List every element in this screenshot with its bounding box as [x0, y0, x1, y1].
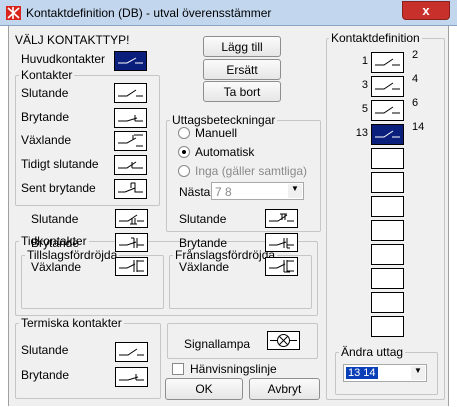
main-contact-symbol[interactable]	[114, 51, 147, 71]
ok-button[interactable]: OK	[165, 378, 243, 400]
change-terminal-value[interactable]: 13 14	[346, 367, 378, 379]
definition-slot[interactable]	[344, 316, 444, 337]
make-contact-symbol[interactable]	[114, 83, 147, 103]
app-icon	[6, 6, 21, 20]
remove-button[interactable]: Ta bort	[203, 81, 281, 102]
slot-left-terminal: 1	[361, 55, 368, 67]
contact-label-changeover: Växlande	[21, 133, 72, 147]
late-break-contact-symbol[interactable]	[114, 179, 147, 199]
radio-automatic-label: Automatisk	[195, 145, 255, 159]
definition-slot[interactable]: 34	[344, 73, 444, 97]
slot-symbol[interactable]	[371, 292, 404, 313]
main-contact-label: Huvudkontakter	[21, 52, 106, 66]
off-delay-changeover-symbol[interactable]	[265, 257, 298, 276]
off-delay-make-symbol[interactable]	[265, 209, 298, 228]
on-delay-break-label: Brytande	[31, 236, 80, 250]
window-title: Kontaktdefinition (DB) - utval överensst…	[26, 6, 272, 20]
radio-automatic[interactable]	[178, 146, 190, 158]
on-delay-changeover-symbol[interactable]	[115, 257, 148, 276]
slot-right-terminal: 6	[412, 97, 419, 109]
definition-slot[interactable]	[344, 196, 444, 217]
break-contact-symbol[interactable]	[114, 108, 147, 128]
thermal-break-label: Brytande	[21, 368, 70, 382]
chevron-down-icon[interactable]: ▼	[411, 366, 425, 380]
slot-symbol[interactable]	[371, 316, 404, 337]
off-delay-changeover-label: Växlande	[179, 260, 230, 274]
off-delay-make-label: Slutande	[179, 212, 227, 226]
radio-none[interactable]	[178, 165, 190, 177]
title-bar: Kontaktdefinition (DB) - utval överensst…	[0, 0, 457, 26]
next-combo[interactable]: 7 8 ▼	[211, 182, 304, 200]
close-icon: x	[422, 3, 430, 18]
page-heading: VÄLJ KONTAKTTYP!	[15, 33, 130, 47]
contact-label-early-make: Tidigt slutande	[21, 157, 99, 171]
slot-right-terminal: 14	[412, 121, 425, 133]
radio-manual[interactable]	[178, 127, 190, 139]
cancel-button[interactable]: Avbryt	[249, 378, 320, 400]
definition-slot[interactable]	[344, 172, 444, 193]
slot-symbol[interactable]	[371, 100, 404, 121]
contact-label-break: Brytande	[21, 110, 70, 124]
close-button[interactable]: x	[402, 1, 450, 20]
definition-slot[interactable]: 56	[344, 97, 444, 121]
replace-button[interactable]: Ersätt	[203, 59, 281, 80]
slot-right-terminal: 4	[412, 73, 419, 85]
change-terminal-combo[interactable]: 13 14 ▼	[343, 364, 427, 382]
contacts-group-title: Kontakter	[19, 68, 75, 82]
slot-symbol[interactable]	[371, 52, 404, 73]
definition-slot[interactable]	[344, 292, 444, 313]
thermal-contacts-title: Termiska kontakter	[19, 316, 124, 330]
slot-left-terminal: 3	[361, 79, 368, 91]
thermal-make-label: Slutande	[21, 343, 69, 357]
next-label: Nästa	[179, 185, 211, 199]
signal-lamp-symbol[interactable]	[267, 331, 300, 350]
definition-slot[interactable]	[344, 244, 444, 265]
early-make-contact-symbol[interactable]	[114, 155, 147, 175]
definition-slot[interactable]: 12	[344, 49, 444, 73]
definition-slot[interactable]: 13 14	[344, 121, 444, 145]
contact-label-make: Slutande	[21, 86, 69, 100]
slot-symbol[interactable]	[371, 220, 404, 241]
slot-left-terminal: 5	[361, 103, 368, 115]
slot-symbol[interactable]	[371, 196, 404, 217]
slot-symbol[interactable]	[371, 124, 404, 145]
off-delay-break-symbol[interactable]	[265, 233, 298, 252]
slot-symbol[interactable]	[371, 76, 404, 97]
thermal-make-symbol[interactable]	[115, 342, 148, 362]
chevron-down-icon[interactable]: ▼	[288, 184, 302, 198]
slot-symbol[interactable]	[371, 148, 404, 169]
add-button[interactable]: Lägg till	[203, 36, 281, 57]
next-value: 7 8	[215, 185, 232, 199]
radio-manual-label: Manuell	[195, 126, 238, 140]
off-delay-break-label: Brytande	[179, 236, 228, 250]
definition-slot[interactable]	[344, 220, 444, 241]
slot-symbol[interactable]	[371, 172, 404, 193]
on-delay-make-symbol[interactable]	[115, 209, 148, 228]
contact-definition-title: Kontaktdefinition	[329, 31, 422, 45]
contact-label-late-break: Sent brytande	[21, 181, 96, 195]
radio-none-label: Inga (gäller samtliga)	[195, 164, 308, 178]
on-delay-break-symbol[interactable]	[115, 233, 148, 252]
signal-lamp-label: Signallampa	[184, 337, 251, 351]
changeover-contact-symbol[interactable]	[114, 131, 147, 151]
thermal-break-symbol[interactable]	[115, 367, 148, 387]
slot-symbol[interactable]	[371, 268, 404, 289]
on-delay-changeover-label: Växlande	[31, 260, 82, 274]
slot-right-terminal: 2	[412, 49, 419, 61]
dialog-body: VÄLJ KONTAKTTYP! Huvudkontakter Lägg til…	[8, 26, 449, 406]
change-terminal-title: Ändra uttag	[339, 345, 406, 359]
reference-line-checkbox[interactable]	[172, 363, 184, 375]
reference-line-label: Hänvisningslinje	[190, 362, 277, 376]
definition-slot[interactable]	[344, 148, 444, 169]
slot-left-terminal: 13	[355, 127, 368, 139]
slot-symbol[interactable]	[371, 244, 404, 265]
on-delay-make-label: Slutande	[31, 212, 79, 226]
definition-slot[interactable]	[344, 268, 444, 289]
